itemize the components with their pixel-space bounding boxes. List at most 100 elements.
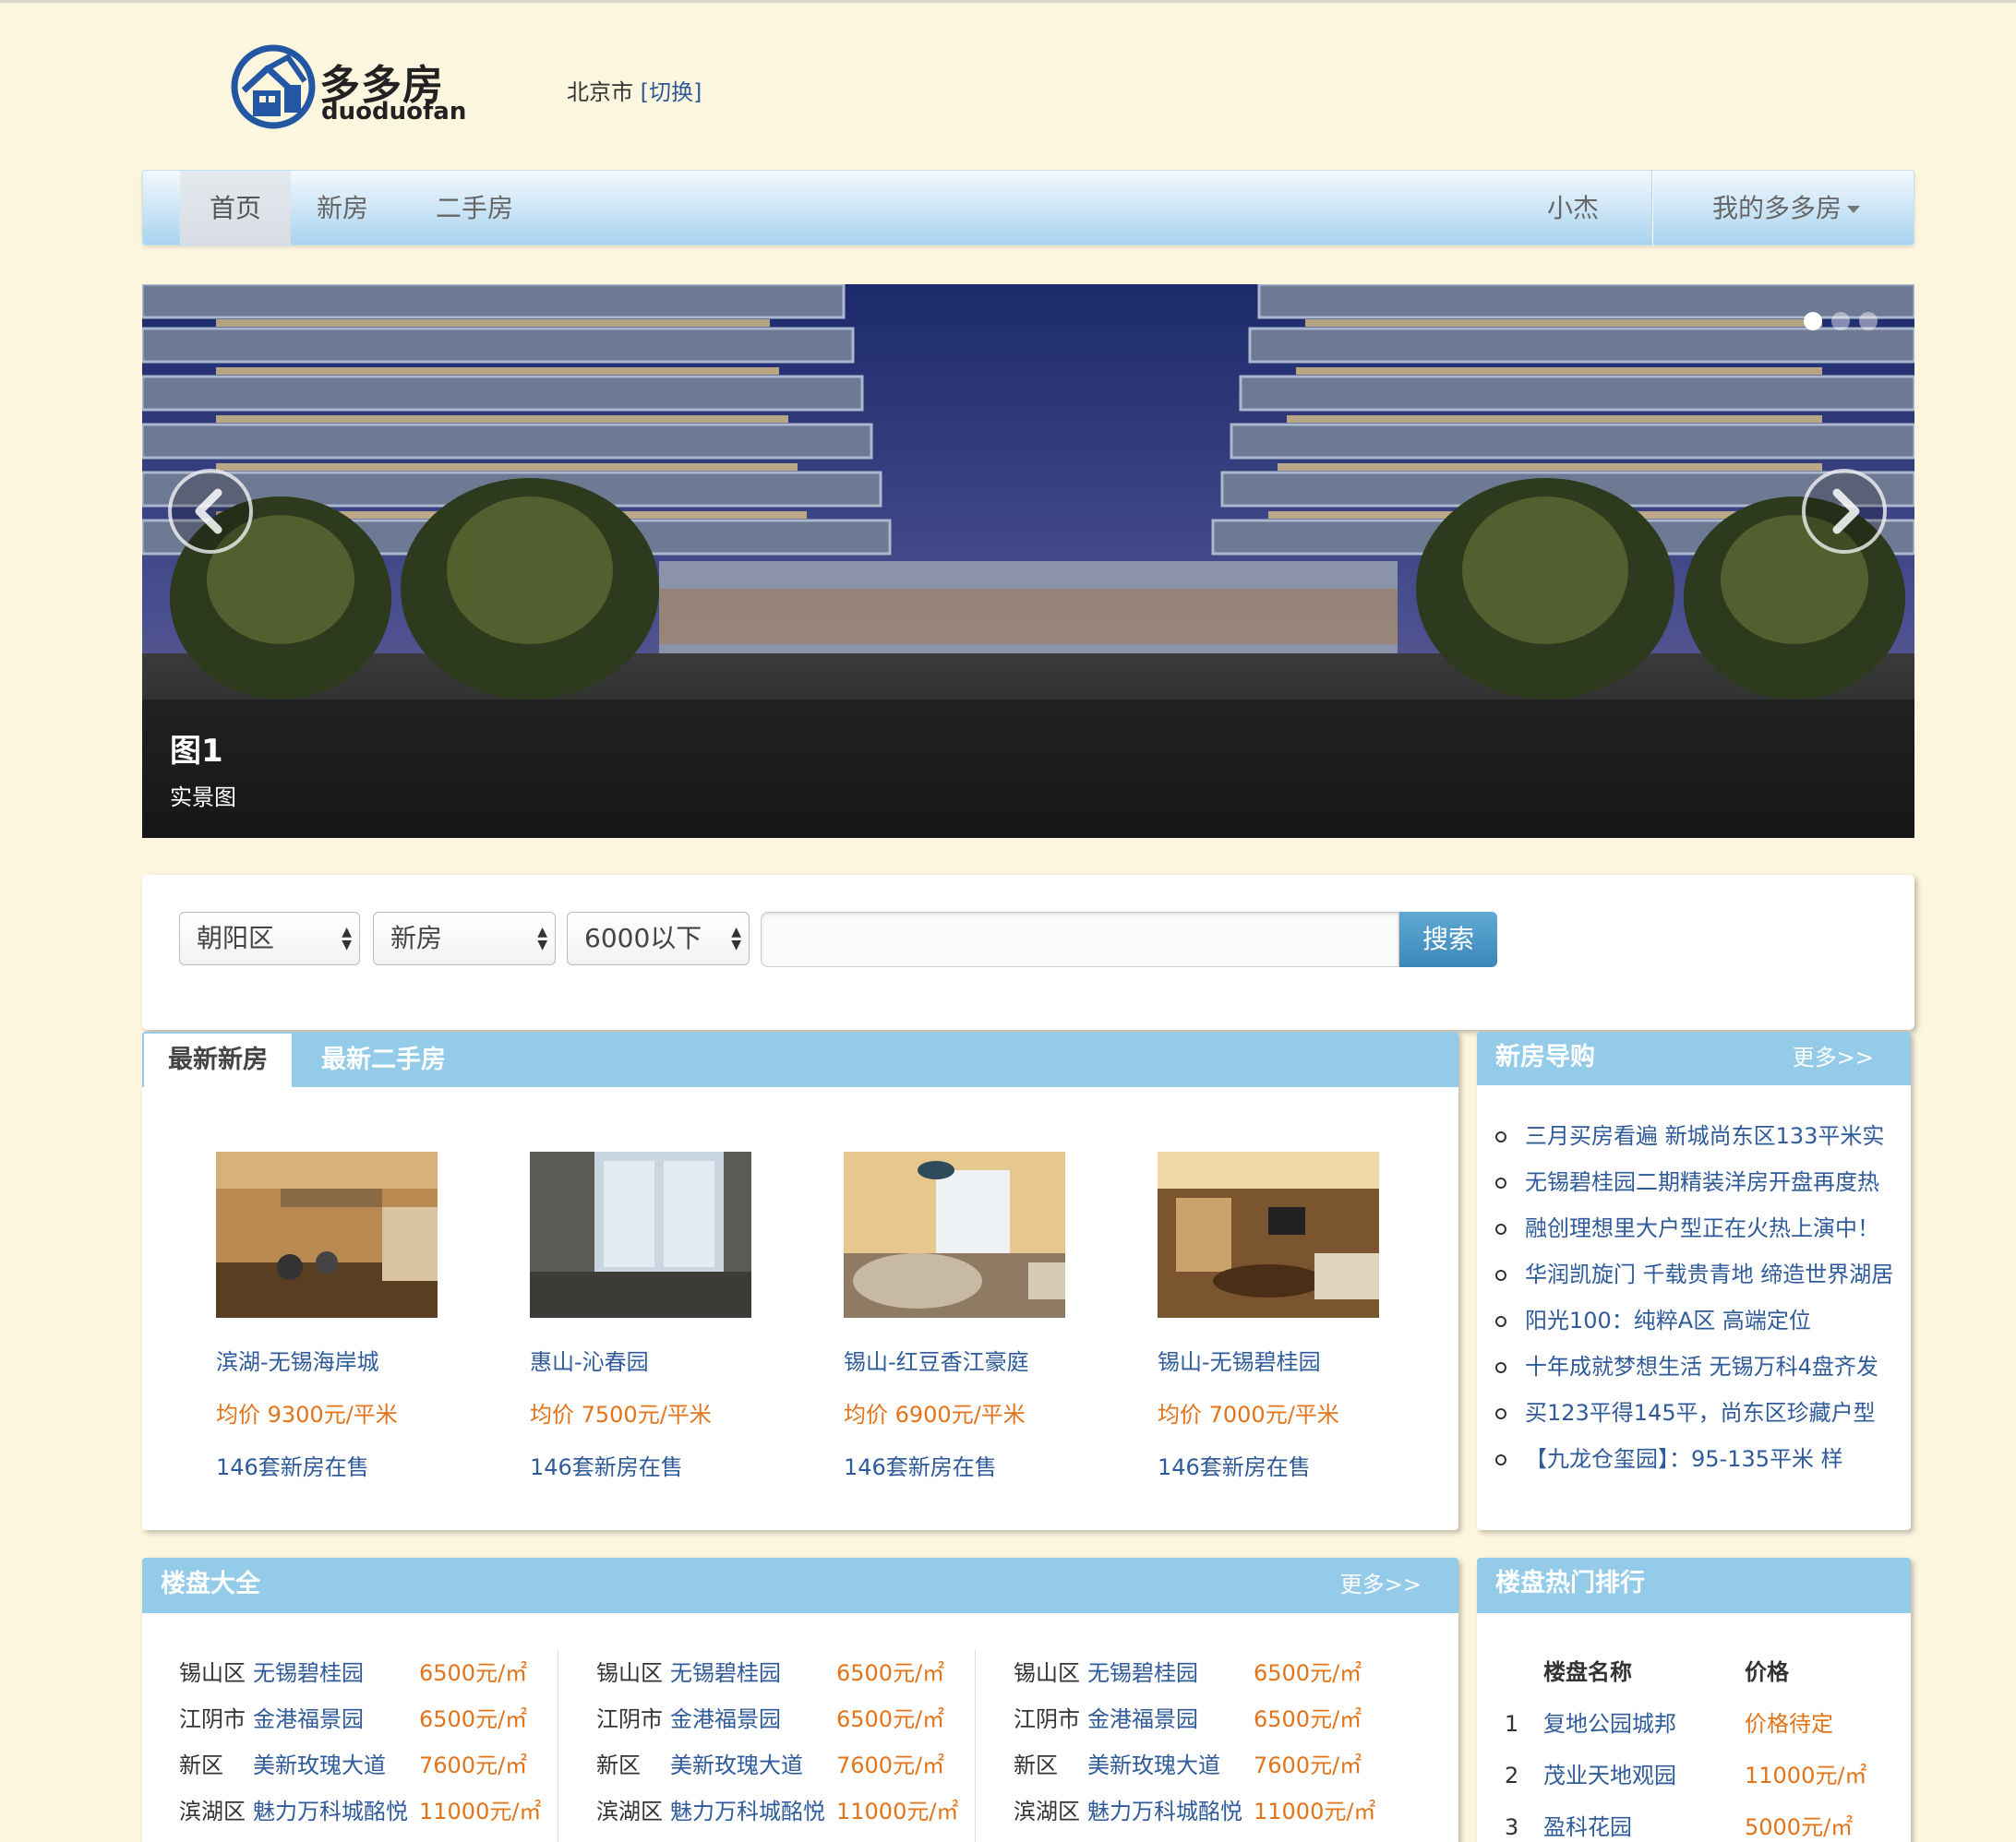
guide-item[interactable]: 三月买房看遍 新城尚东区133平米实 <box>1495 1113 1911 1159</box>
estate-link[interactable]: 无锡碧桂园 <box>1087 1650 1198 1696</box>
nav-home[interactable]: 首页 <box>180 171 291 246</box>
carousel-dot[interactable] <box>1859 312 1878 330</box>
listing-name[interactable]: 惠山-沁春园 <box>530 1344 751 1376</box>
search-button[interactable]: 搜索 <box>1399 912 1497 967</box>
estate-price: 7600元/㎡ <box>1254 1752 1362 1778</box>
bullet-icon <box>1495 1131 1506 1142</box>
guide-item-link[interactable]: 融创理想里大户型正在火热上演中！ <box>1525 1215 1879 1241</box>
carousel-dot[interactable] <box>1831 312 1850 330</box>
estate-link[interactable]: 美新玫瑰大道 <box>670 1742 803 1788</box>
estate-price: 6500元/㎡ <box>1254 1706 1362 1732</box>
estate-price: 11000元/㎡ <box>1254 1799 1376 1824</box>
nav-new-homes[interactable]: 新房 <box>291 171 394 246</box>
ranking-estate-link[interactable]: 茂业天地观园 <box>1543 1750 1676 1801</box>
guide-item-link[interactable]: 无锡碧桂园二期精装洋房开盘再度热 <box>1525 1169 1879 1195</box>
listing-photo[interactable] <box>530 1152 751 1318</box>
type-select[interactable]: 新房 ▲ ▼ <box>373 912 556 965</box>
logo[interactable]: 多多房 duoduofan <box>231 44 471 132</box>
estate-link[interactable]: 金港福景园 <box>670 1696 781 1742</box>
estate-column: 锡山区 无锡碧桂园 6500元/㎡ 江阴市 金港福景园 6500元/㎡ 新区 美新玫瑰大道… <box>1014 1650 1401 1835</box>
guide-item-link[interactable]: 三月买房看遍 新城尚东区133平米实 <box>1525 1123 1884 1149</box>
main-nav: 首页 新房 二手房 小杰 我的多多房 <box>142 170 1914 246</box>
guide-header: 新房导购 更多>> <box>1477 1032 1911 1085</box>
guide-list: 三月买房看遍 新城尚东区133平米实 无锡碧桂园二期精装洋房开盘再度热 融创理想… <box>1477 1085 1911 1482</box>
brand-name-en: duoduofan <box>321 98 467 126</box>
estate-price: 6500元/㎡ <box>836 1660 945 1686</box>
estate-link[interactable]: 魅力万科城酩悦 <box>253 1788 408 1835</box>
ranking-estate-link[interactable]: 盈科花园 <box>1543 1801 1632 1842</box>
price-select[interactable]: 6000以下 ▲ ▼ <box>567 912 750 965</box>
search-input[interactable] <box>761 912 1399 967</box>
account-menu-label: 我的多多房 <box>1711 193 1842 223</box>
estate-district: 锡山区 <box>1014 1660 1080 1686</box>
listing-card[interactable]: 惠山-沁春园 均价 7500元/平米 146套新房在售 <box>530 1152 751 1481</box>
carousel-next-button[interactable] <box>1802 469 1887 554</box>
estate-link[interactable]: 美新玫瑰大道 <box>1087 1742 1220 1788</box>
listing-count[interactable]: 146套新房在售 <box>530 1449 751 1481</box>
estate-district: 滨湖区 <box>1014 1799 1080 1824</box>
carousel-prev-button[interactable] <box>168 469 253 554</box>
guide-item[interactable]: 买123平得145平，尚东区珍藏户型 <box>1495 1390 1911 1436</box>
new-home-guide-panel: 新房导购 更多>> 三月买房看遍 新城尚东区133平米实 无锡碧桂园二期精装洋房… <box>1477 1032 1911 1530</box>
estate-link[interactable]: 无锡碧桂园 <box>253 1650 364 1696</box>
guide-item[interactable]: 【九龙仓玺园】：95-135平米 样 <box>1495 1436 1911 1482</box>
estate-row: 新区 美新玫瑰大道 7600元/㎡ <box>596 1742 984 1788</box>
guide-item[interactable]: 十年成就梦想生活 无锡万科4盘齐发 <box>1495 1344 1911 1390</box>
tab-latest-new[interactable]: 最新新房 <box>144 1034 292 1089</box>
estate-link[interactable]: 魅力万科城酩悦 <box>1087 1788 1242 1835</box>
listing-photo[interactable] <box>844 1152 1065 1318</box>
listing-photo[interactable] <box>216 1152 438 1318</box>
estate-link[interactable]: 美新玫瑰大道 <box>253 1742 386 1788</box>
ranking-price: 价格待定 <box>1745 1711 1833 1737</box>
listing-price: 均价 7500元/平米 <box>530 1402 712 1428</box>
listing-card[interactable]: 滨湖-无锡海岸城 均价 9300元/平米 146套新房在售 <box>216 1152 438 1481</box>
guide-item-link[interactable]: 十年成就梦想生活 无锡万科4盘齐发 <box>1525 1354 1878 1380</box>
bullet-icon <box>1495 1224 1506 1235</box>
nav-user[interactable]: 小杰 <box>1522 171 1624 246</box>
guide-item-link[interactable]: 华润凯旋门 千载贵青地 缔造世界湖居 <box>1525 1262 1893 1287</box>
estate-link[interactable]: 金港福景园 <box>1087 1696 1198 1742</box>
estate-link[interactable]: 金港福景园 <box>253 1696 364 1742</box>
listing-count[interactable]: 146套新房在售 <box>216 1449 438 1481</box>
listing-photo[interactable] <box>1158 1152 1379 1318</box>
listing-count[interactable]: 146套新房在售 <box>1158 1449 1379 1481</box>
carousel-subtitle: 实景图 <box>170 784 236 810</box>
tab-latest-second-hand[interactable]: 最新二手房 <box>321 1034 446 1087</box>
guide-item-link[interactable]: 买123平得145平，尚东区珍藏户型 <box>1525 1400 1876 1426</box>
estate-row: 江阴市 金港福景园 6500元/㎡ <box>179 1696 567 1742</box>
guide-item-link[interactable]: 阳光100：纯粹A区 高端定位 <box>1525 1308 1811 1334</box>
bullet-icon <box>1495 1316 1506 1327</box>
switch-city-link[interactable]: [切换] <box>641 79 702 105</box>
guide-item[interactable]: 阳光100：纯粹A区 高端定位 <box>1495 1298 1911 1344</box>
type-select-value: 新房 <box>390 923 443 953</box>
listing-count[interactable]: 146套新房在售 <box>844 1449 1065 1481</box>
estate-column: 锡山区 无锡碧桂园 6500元/㎡ 江阴市 金港福景园 6500元/㎡ 新区 美新玫瑰大道… <box>179 1650 567 1835</box>
listing-name[interactable]: 锡山-无锡碧桂园 <box>1158 1344 1379 1376</box>
estate-link[interactable]: 魅力万科城酩悦 <box>670 1788 825 1835</box>
select-arrows-icon: ▲ ▼ <box>342 925 352 952</box>
estate-link[interactable]: 无锡碧桂园 <box>670 1650 781 1696</box>
listing-name[interactable]: 滨湖-无锡海岸城 <box>216 1344 438 1376</box>
ranking-estate-link[interactable]: 复地公园城邦 <box>1543 1698 1676 1750</box>
nav-account-menu[interactable]: 我的多多房 <box>1675 171 1897 246</box>
estate-row: 新区 美新玫瑰大道 7600元/㎡ <box>1014 1742 1401 1788</box>
listing-name[interactable]: 锡山-红豆香江豪庭 <box>844 1344 1065 1376</box>
guide-item[interactable]: 无锡碧桂园二期精装洋房开盘再度热 <box>1495 1159 1911 1205</box>
column-divider <box>975 1650 976 1842</box>
guide-item[interactable]: 融创理想里大户型正在火热上演中！ <box>1495 1205 1911 1251</box>
guide-more-link[interactable]: 更多>> <box>1793 1032 1874 1083</box>
nav-second-hand[interactable]: 二手房 <box>407 171 542 246</box>
bullet-icon <box>1495 1362 1506 1373</box>
hero-carousel[interactable]: 图1 实景图 <box>142 284 1914 838</box>
guide-item[interactable]: 华润凯旋门 千载贵青地 缔造世界湖居 <box>1495 1251 1911 1298</box>
listing-card[interactable]: 锡山-无锡碧桂园 均价 7000元/平米 146套新房在售 <box>1158 1152 1379 1481</box>
guide-item-link[interactable]: 【九龙仓玺园】：95-135平米 样 <box>1525 1446 1843 1472</box>
listing-card[interactable]: 锡山-红豆香江豪庭 均价 6900元/平米 146套新房在售 <box>844 1152 1065 1481</box>
district-select[interactable]: 朝阳区 ▲ ▼ <box>179 912 360 965</box>
estate-directory-more-link[interactable]: 更多>> <box>1340 1558 1422 1611</box>
listing-price: 均价 9300元/平米 <box>216 1402 398 1428</box>
listing-tabs: 最新新房 最新二手房 <box>142 1032 1458 1089</box>
carousel-dot[interactable] <box>1804 312 1822 330</box>
city-selector: 北京市 [切换] <box>567 74 702 106</box>
chevron-right-icon <box>1832 488 1860 534</box>
